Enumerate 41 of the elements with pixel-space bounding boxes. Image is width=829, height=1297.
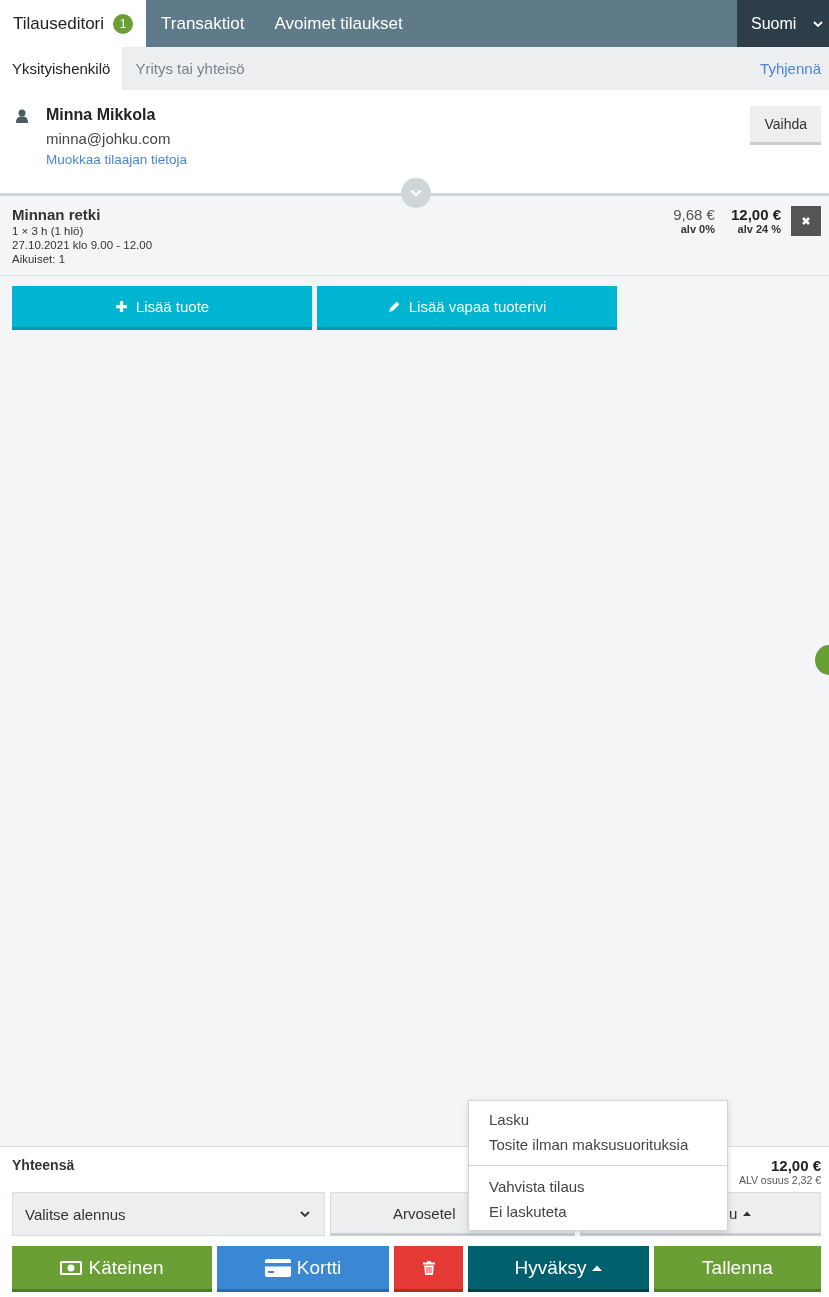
close-icon [801, 216, 811, 226]
tab[interactable]: Avoimet tilaukset [259, 0, 418, 47]
total-amount: 12,00 € [769, 1157, 821, 1174]
menu-item[interactable]: Tosite ilman maksusuorituksia [469, 1132, 727, 1157]
caret-up-icon [743, 1210, 752, 1216]
customer-type-tab[interactable]: Yksityishenkilö [0, 47, 123, 90]
discount-select[interactable]: Valitse alennus [12, 1192, 325, 1236]
net-price: 9,68 € [673, 206, 715, 223]
product-detail: Aikuiset: 1 [12, 253, 67, 265]
cash-icon [60, 1260, 83, 1275]
approve-button[interactable]: Hyväksy [468, 1246, 649, 1292]
plus-icon [114, 300, 128, 313]
menu-item[interactable]: Lasku [469, 1107, 727, 1132]
vat-label: alv 0% [679, 223, 715, 235]
trash-icon [422, 1260, 435, 1275]
product-detail: 27.10.2021 klo 9.00 - 12.00 [12, 239, 153, 251]
tab[interactable]: Tilauseditori 1 [0, 0, 147, 47]
count-badge: 1 [113, 13, 134, 34]
change-button[interactable]: Vaihda [750, 106, 821, 145]
customer-email: minna@johku.com [46, 130, 172, 147]
customer-name: Minna Mikkola [46, 106, 157, 124]
chevron-down-icon [300, 1211, 310, 1217]
language-select[interactable]: Suomi [737, 0, 829, 47]
product-title: Minnan retki [12, 206, 102, 223]
chevron-down-icon [410, 189, 422, 197]
total-label: Yhteensä [12, 1157, 75, 1175]
customer-type-tab[interactable]: Yritys tai yhteisö [122, 47, 258, 90]
caret-up-icon [592, 1264, 603, 1271]
product-detail: 1 × 3 h (1 hlö) [12, 225, 85, 237]
chevron-down-icon [813, 20, 823, 27]
vat-label: alv 24 % [736, 223, 781, 235]
person-icon [16, 109, 28, 123]
card-button[interactable]: Kortti [217, 1246, 389, 1292]
vat-amount: ALV osuus 2,32 € [738, 1174, 821, 1186]
pencil-icon [387, 300, 401, 313]
credit-card-icon [264, 1258, 291, 1277]
edit-customer-link[interactable]: Muokkaa tilaajan tietoja [46, 152, 188, 167]
remove-button[interactable] [791, 206, 821, 236]
gross-price: 12,00 € [730, 206, 781, 223]
tab[interactable]: Transaktiot [146, 0, 260, 47]
delete-button[interactable] [394, 1246, 463, 1292]
